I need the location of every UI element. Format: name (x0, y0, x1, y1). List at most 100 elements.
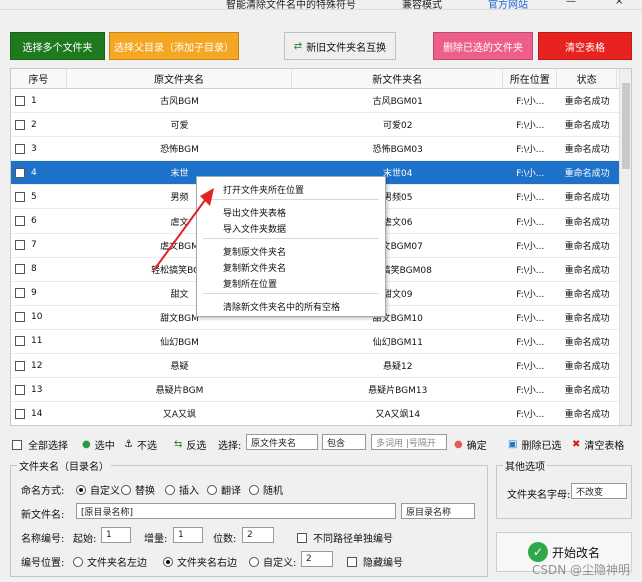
table-row[interactable]: 3 恐怖BGM 恐怖BGM03 F:\小... 重命名成功 (11, 137, 631, 162)
select-multiple-folders-button[interactable]: 选择多个文件夹 (10, 32, 105, 60)
top-option-clean[interactable]: 智能清除文件名中的特殊符号 (226, 0, 356, 11)
row-checkbox[interactable] (15, 288, 25, 299)
unselect-button[interactable]: ⚓ 不选 (124, 437, 157, 452)
row-checkbox[interactable] (15, 264, 25, 275)
keyword-input[interactable]: 多词用 |号隔开 (371, 434, 447, 450)
unique-numbering-checkbox[interactable]: 不同路径单独编号 (297, 530, 393, 545)
menu-clear-spaces[interactable]: 清除新文件夹名中的所有空格 (223, 300, 340, 313)
row-new-name: 可爱02 (383, 121, 413, 132)
new-name-input[interactable]: [原目录名称] (76, 503, 396, 519)
table-row[interactable]: 14 又A又飒 又A又飒14 F:\小... 重命名成功 (11, 402, 631, 425)
clear-table-bottom-button[interactable]: ✖ 清空表格 (572, 437, 624, 452)
row-location: F:\小... (516, 386, 545, 397)
mode-custom-radio[interactable]: 自定义 (76, 482, 120, 497)
table-row[interactable]: 2 可爱 可爱02 F:\小... 重命名成功 (11, 113, 631, 138)
row-index: 3 (11, 143, 67, 154)
increment-input[interactable]: 1 (173, 527, 203, 543)
table-row[interactable]: 1 古风BGM 古风BGM01 F:\小... 重命名成功 (11, 89, 631, 114)
row-new-name: 古风BGM01 (372, 97, 423, 108)
row-checkbox[interactable] (15, 312, 25, 323)
menu-open-folder-location[interactable]: 打开文件夹所在位置 (223, 183, 304, 196)
row-checkbox[interactable] (15, 95, 25, 106)
header-new-name: 新文件夹名 (292, 69, 504, 88)
row-checkbox[interactable] (15, 384, 25, 395)
row-status: 重命名成功 (564, 289, 610, 300)
anchor-icon: ⚓ (124, 439, 133, 450)
row-checkbox[interactable] (15, 408, 25, 419)
match-select[interactable]: 包含 (322, 434, 366, 450)
row-location: F:\小... (516, 289, 545, 300)
number-position-label: 编号位置: (21, 558, 65, 569)
header-index: 序号 (11, 69, 67, 88)
delete-selected-folders-button[interactable]: 删除已选的文件夹 (433, 32, 533, 60)
top-option-compat[interactable]: 兼容模式 (402, 0, 442, 11)
swap-names-button[interactable]: ⇄ 新旧文件夹名互换 (284, 32, 396, 60)
check-icon: ● (82, 439, 91, 450)
select-button[interactable]: ● 选中 (82, 437, 115, 452)
row-location: F:\小... (516, 169, 545, 180)
row-index: 1 (11, 95, 67, 106)
row-status: 重命名成功 (564, 386, 610, 397)
row-checkbox[interactable] (15, 167, 25, 178)
custom-position-input[interactable]: 2 (301, 551, 333, 567)
row-old-name: 古风BGM (160, 97, 199, 108)
menu-copy-new-name[interactable]: 复制新文件夹名 (223, 261, 286, 274)
row-index: 8 (11, 264, 67, 275)
invert-icon: ⇆ (174, 439, 183, 450)
new-name-select[interactable]: 原目录名称 (401, 503, 475, 519)
row-index: 12 (11, 360, 67, 371)
row-index: 11 (11, 336, 67, 347)
row-new-name: 悬疑12 (383, 362, 413, 373)
letter-case-select[interactable]: 不改变 (571, 483, 627, 499)
start-input[interactable]: 1 (101, 527, 131, 543)
position-custom-radio[interactable]: 自定义: (249, 554, 296, 569)
row-new-name: 仙幻BGM11 (372, 337, 423, 348)
row-old-name: 又A又飒 (162, 410, 197, 421)
row-checkbox[interactable] (15, 143, 25, 154)
row-status: 重命名成功 (564, 145, 610, 156)
minimize-icon[interactable]: — (566, 0, 576, 7)
official-site-link[interactable]: 官方网站 (488, 0, 528, 11)
row-checkbox[interactable] (15, 240, 25, 251)
hide-number-checkbox[interactable]: 隐藏编号 (347, 554, 403, 569)
table-scrollbar[interactable] (619, 69, 631, 425)
digits-input[interactable]: 2 (242, 527, 274, 543)
clear-table-button[interactable]: 清空表格 (538, 32, 632, 60)
table-row[interactable]: 11 仙幻BGM 仙幻BGM11 F:\小... 重命名成功 (11, 330, 631, 355)
row-status: 重命名成功 (564, 97, 610, 108)
top-strip: 智能清除文件名中的特殊符号 兼容模式 官方网站 — × (0, 0, 642, 11)
row-status: 重命名成功 (564, 337, 610, 348)
check-circle-icon: ✓ (527, 542, 548, 562)
row-checkbox[interactable] (15, 336, 25, 347)
confirm-button[interactable]: ● 确定 (454, 437, 487, 452)
mode-insert-radio[interactable]: 插入 (165, 482, 199, 497)
menu-export-table[interactable]: 导出文件夹表格 (223, 206, 286, 219)
position-left-radio[interactable]: 文件夹名左边 (73, 554, 147, 569)
mode-translate-radio[interactable]: 翻译 (207, 482, 241, 497)
row-checkbox[interactable] (15, 216, 25, 227)
scroll-thumb[interactable] (622, 83, 630, 169)
row-location: F:\小... (516, 337, 545, 348)
row-checkbox[interactable] (15, 119, 25, 130)
row-old-name: 悬疑 (170, 362, 189, 373)
select-parent-directory-button[interactable]: 选择父目录（添加子目录） (109, 32, 239, 60)
row-status: 重命名成功 (564, 362, 610, 373)
table-row[interactable]: 13 悬疑片BGM 悬疑片BGM13 F:\小... 重命名成功 (11, 378, 631, 403)
delete-selected-bottom-button[interactable]: ▣ 删除已选 (508, 437, 561, 452)
increment-label: 增量: (144, 534, 168, 545)
mode-replace-radio[interactable]: 替换 (121, 482, 155, 497)
select-all-checkbox[interactable]: 全部选择 (12, 437, 68, 452)
row-old-name: 悬疑片BGM (155, 386, 204, 397)
position-right-radio[interactable]: 文件夹名右边 (163, 554, 237, 569)
field-select[interactable]: 原文件夹名 (246, 434, 318, 450)
close-icon[interactable]: × (615, 0, 623, 7)
row-checkbox[interactable] (15, 191, 25, 202)
menu-copy-old-name[interactable]: 复制原文件夹名 (223, 245, 286, 258)
invert-button[interactable]: ⇆ 反选 (174, 437, 206, 452)
menu-copy-location[interactable]: 复制所在位置 (223, 277, 277, 290)
menu-import-data[interactable]: 导入文件夹数据 (223, 222, 286, 235)
row-new-name: 又A又飒14 (375, 410, 421, 421)
row-checkbox[interactable] (15, 360, 25, 371)
mode-random-radio[interactable]: 随机 (249, 482, 283, 497)
table-row[interactable]: 12 悬疑 悬疑12 F:\小... 重命名成功 (11, 354, 631, 379)
